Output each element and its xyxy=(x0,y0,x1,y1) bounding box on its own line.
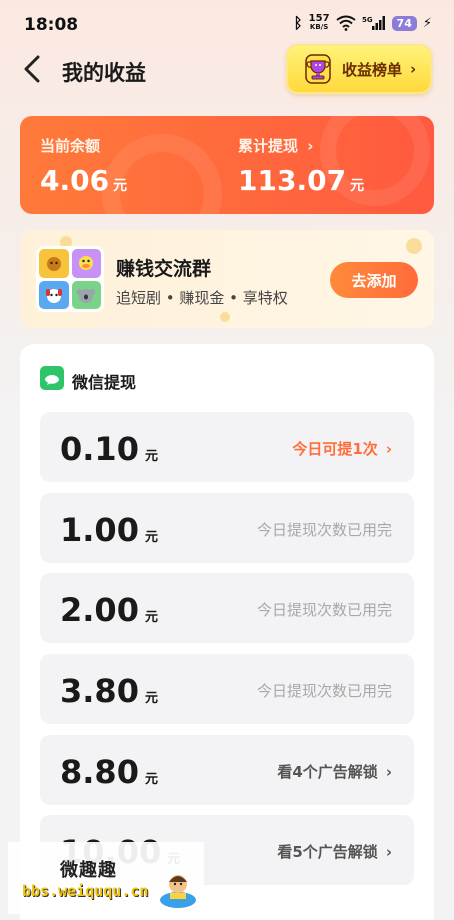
group-avatar-grid xyxy=(36,246,104,312)
dog-avatar-icon xyxy=(45,288,62,303)
network-speed-value: 157 xyxy=(308,13,330,24)
withdraw-status: 看5个广告解锁 › xyxy=(277,841,392,862)
withdraw-amount: 8.80 元 xyxy=(60,753,158,791)
chevron-left-icon xyxy=(24,55,40,83)
status-bar: 18:08 ᛒ 157 KB/S 5G 74 ⚡ xyxy=(0,0,454,40)
amount-unit: 元 xyxy=(144,691,158,706)
withdraw-amount: 3.80 元 xyxy=(60,672,158,710)
header: 我的收益 收益榜单 › xyxy=(0,40,454,100)
svg-text:5G: 5G xyxy=(362,16,373,24)
watermark: 微趣趣 bbs.weiququ.cn xyxy=(8,842,204,914)
withdraw-amount: 0.10 元 xyxy=(60,430,158,468)
wifi-icon xyxy=(335,15,356,31)
trophy-icon xyxy=(305,54,331,84)
amount-unit: 元 xyxy=(144,449,158,464)
amount-unit: 元 xyxy=(144,530,158,545)
withdraw-option-2-00[interactable]: 2.00 元 今日提现次数已用完 xyxy=(40,573,414,643)
amount-unit: 元 xyxy=(144,772,158,787)
watermark-title: 微趣趣 xyxy=(60,860,117,881)
chevron-right-icon: › xyxy=(385,843,392,861)
status-icons: ᛒ 157 KB/S 5G 74 ⚡ xyxy=(293,14,432,33)
chevron-right-icon: › xyxy=(385,763,392,781)
chevron-right-icon: › xyxy=(385,440,392,458)
signal-5g-icon: 5G xyxy=(362,16,385,30)
total-withdrawn: 113.07 元 xyxy=(238,164,364,197)
duck-avatar-icon xyxy=(79,256,94,271)
koala-avatar-icon xyxy=(76,288,96,303)
network-speed: 157 KB/S xyxy=(309,14,330,32)
bluetooth-icon: ᛒ xyxy=(293,14,303,32)
earnings-ranking-button[interactable]: 收益榜单 › xyxy=(286,44,432,94)
earnings-ranking-label: 收益榜单 xyxy=(342,60,403,79)
withdraw-status: 看4个广告解锁 › xyxy=(277,761,392,782)
withdraw-option-1-00[interactable]: 1.00 元 今日提现次数已用完 xyxy=(40,493,414,563)
decorative-coin xyxy=(220,312,230,322)
status-text: 看5个广告解锁 xyxy=(277,843,378,861)
group-title: 赚钱交流群 xyxy=(116,258,212,280)
withdraw-option-3-80[interactable]: 3.80 元 今日提现次数已用完 xyxy=(40,654,414,724)
withdraw-status: 今日提现次数已用完 xyxy=(256,601,392,619)
avatar xyxy=(39,280,69,309)
avatar xyxy=(39,249,69,278)
withdraw-amount: 2.00 元 xyxy=(60,591,158,629)
lion-avatar-icon xyxy=(46,257,61,272)
total-withdrawn-unit: 元 xyxy=(350,178,365,194)
money-group-banner[interactable]: 赚钱交流群 追短剧 • 赚现金 • 享特权 去添加 xyxy=(20,230,434,328)
current-balance-value: 4.06 xyxy=(40,164,110,197)
amount-value: 3.80 xyxy=(60,672,139,710)
avatar xyxy=(71,280,101,309)
back-button[interactable] xyxy=(16,52,48,86)
charging-icon: ⚡ xyxy=(422,15,432,31)
total-withdrawn-label: 累计提现 xyxy=(238,137,299,155)
withdraw-option-0-10[interactable]: 0.10 元 今日可提1次 › xyxy=(40,412,414,482)
withdraw-amount: 1.00 元 xyxy=(60,511,158,549)
amount-value: 8.80 xyxy=(60,753,139,791)
status-text: 看4个广告解锁 xyxy=(277,763,378,781)
wechat-icon xyxy=(40,366,64,390)
withdraw-status: 今日提现次数已用完 xyxy=(256,682,392,700)
group-subtitle: 追短剧 • 赚现金 • 享特权 xyxy=(116,289,288,307)
current-balance-label: 当前余额 xyxy=(40,137,101,155)
withdraw-option-8-80[interactable]: 8.80 元 看4个广告解锁 › xyxy=(40,735,414,805)
balance-card: 当前余额 4.06 元 累计提现 › 113.07 元 xyxy=(20,116,434,214)
current-balance: 4.06 元 xyxy=(40,164,127,197)
network-speed-unit: KB/S xyxy=(309,23,329,31)
withdraw-status: 今日可提1次 › xyxy=(292,438,392,459)
chevron-right-icon: › xyxy=(410,60,417,78)
wechat-withdraw-panel: 微信提现 0.10 元 今日可提1次 › 1.00 元 今日提现次数已用完 2.00 元… xyxy=(20,344,434,920)
amount-unit: 元 xyxy=(144,610,158,625)
avatar xyxy=(71,249,101,278)
amount-value: 1.00 xyxy=(60,511,139,549)
total-withdrawn-value: 113.07 xyxy=(238,164,347,197)
watermark-url: bbs.weiququ.cn xyxy=(22,882,149,900)
withdraw-status: 今日提现次数已用完 xyxy=(256,521,392,539)
panel-title: 微信提现 xyxy=(72,373,137,392)
decorative-coin xyxy=(406,238,422,254)
status-text: 今日可提1次 xyxy=(292,440,378,458)
current-balance-unit: 元 xyxy=(113,178,128,194)
status-time: 18:08 xyxy=(24,15,79,35)
add-group-button[interactable]: 去添加 xyxy=(330,262,418,298)
amount-value: 2.00 xyxy=(60,591,139,629)
page-title: 我的收益 xyxy=(62,61,146,85)
battery-icon: 74 xyxy=(391,15,417,31)
mascot-icon xyxy=(160,875,196,908)
amount-value: 0.10 xyxy=(60,430,139,468)
chevron-right-icon: › xyxy=(307,137,314,155)
total-withdrawn-link[interactable]: 累计提现 › xyxy=(238,135,313,156)
